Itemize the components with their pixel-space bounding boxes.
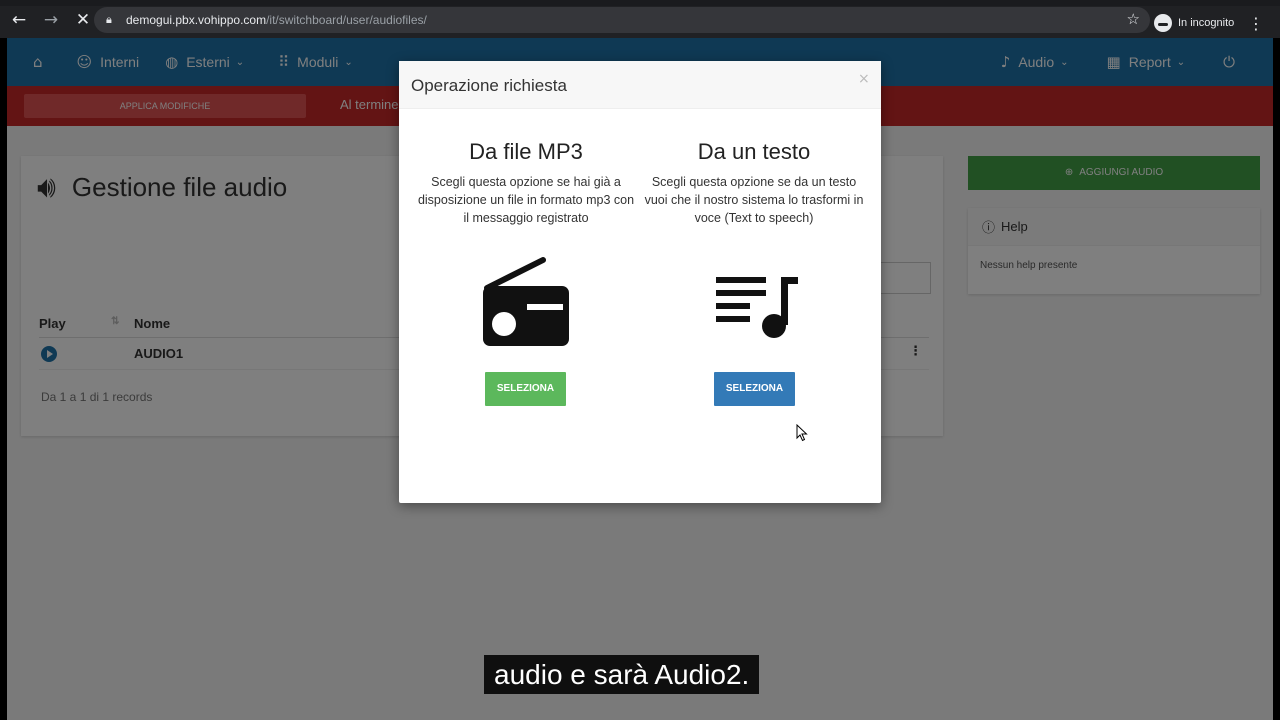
incognito-icon (1154, 14, 1172, 32)
address-bar[interactable]: 🔒︎ demogui.pbx.vohippo.com /it/switchboa… (94, 7, 1150, 33)
mouse-cursor-icon (796, 424, 808, 442)
option-mp3-description: Scegli questa opzione se hai già a dispo… (417, 175, 635, 225)
back-icon[interactable]: ← (6, 7, 32, 33)
option-mp3-title: Da file MP3 (469, 139, 583, 164)
stop-loading-icon[interactable]: ✕ (70, 7, 96, 33)
option-text: Da un testo Scegli questa opzione se da … (644, 139, 864, 227)
select-mp3-button[interactable]: SELEZIONA (485, 372, 566, 406)
browser-window-chrome: ← → ✕ 🔒︎ demogui.pbx.vohippo.com /it/swi… (0, 0, 1280, 38)
operation-modal: Operazione richiesta × Da file MP3 Scegl… (399, 61, 881, 503)
select-text-button[interactable]: SELEZIONA (714, 372, 795, 406)
incognito-indicator[interactable]: In incognito (1154, 10, 1234, 36)
playlist-music-icon (716, 277, 798, 338)
video-subtitle: audio e sarà Audio2. (484, 655, 760, 694)
modal-title: Operazione richiesta (411, 76, 567, 95)
url-path: /it/switchboard/user/audiofiles/ (266, 13, 427, 27)
option-mp3: Da file MP3 Scegli questa opzione se hai… (416, 139, 636, 227)
browser-toolbar: ← → ✕ 🔒︎ demogui.pbx.vohippo.com /it/swi… (0, 4, 1280, 36)
browser-menu-icon[interactable]: ⋮ (1248, 14, 1264, 33)
forward-icon[interactable]: → (38, 7, 64, 33)
option-text-title: Da un testo (697, 139, 811, 164)
close-icon[interactable]: × (858, 71, 870, 87)
modal-header: Operazione richiesta × (399, 61, 881, 109)
bookmark-star-icon[interactable]: ☆ (1127, 10, 1140, 28)
lock-icon: 🔒︎ (106, 13, 112, 26)
incognito-label: In incognito (1178, 17, 1235, 29)
option-text-description: Scegli questa opzione se da un testo vuo… (644, 175, 864, 225)
url-host: demogui.pbx.vohippo.com (126, 13, 267, 27)
radio-icon (483, 257, 569, 346)
